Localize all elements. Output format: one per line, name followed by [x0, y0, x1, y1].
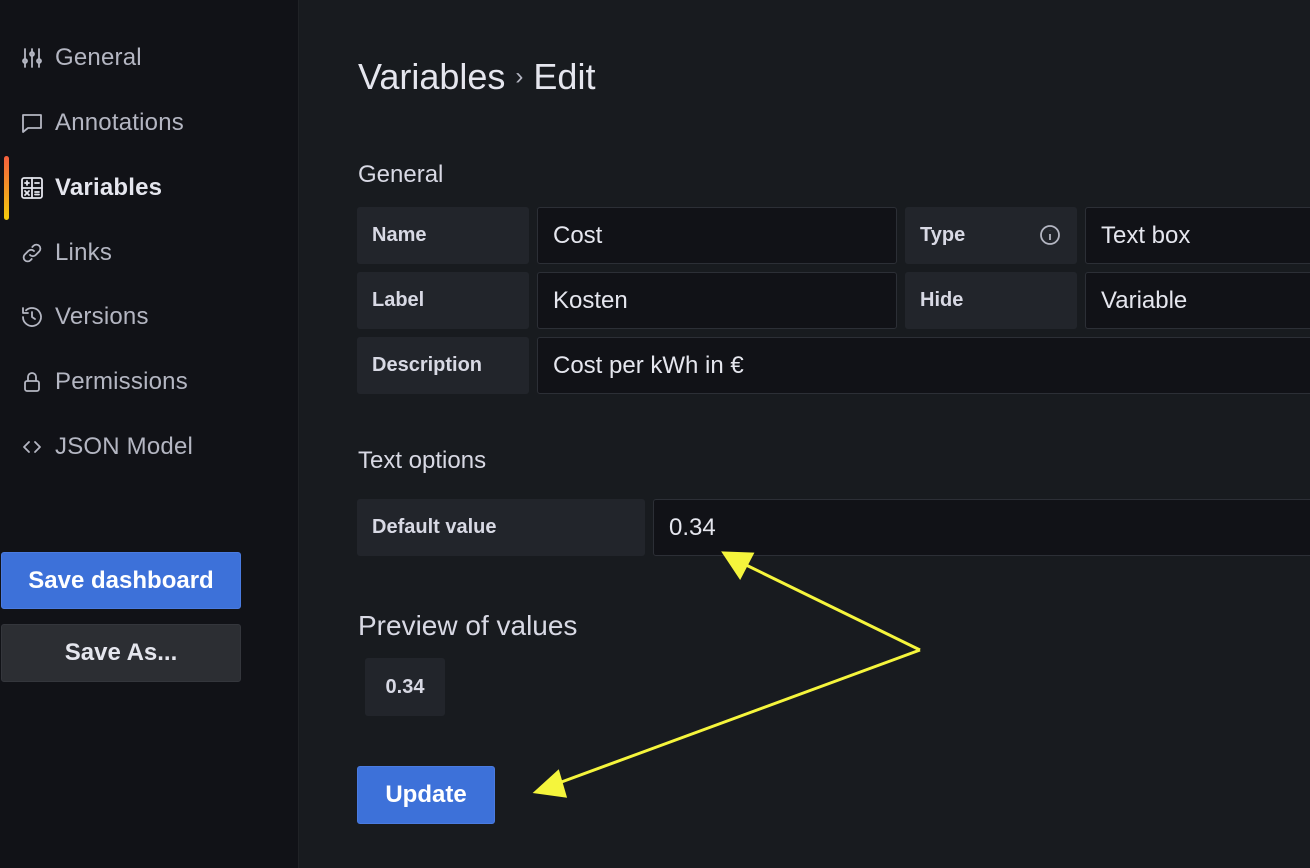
annotation-arrow-line-upper [741, 561, 921, 652]
sidebar-item-links[interactable]: Links [0, 233, 299, 273]
breadcrumb-current: Edit [533, 56, 596, 97]
sidebar-item-label: Versions [55, 303, 149, 330]
annotation-arrow-line-lower [555, 648, 921, 786]
code-icon [20, 435, 44, 459]
breadcrumb: Variables › Edit [358, 56, 595, 98]
hide-label: Hide [905, 272, 1077, 329]
save-dashboard-button[interactable]: Save dashboard [1, 552, 241, 609]
sidebar-item-annotations[interactable]: Annotations [0, 103, 299, 143]
sidebar-item-label: Links [55, 239, 113, 266]
hide-select[interactable]: Variable [1085, 272, 1310, 329]
history-icon [20, 305, 44, 329]
sidebar-item-variables[interactable]: Variables [0, 168, 299, 208]
name-field[interactable]: Cost [537, 207, 897, 264]
update-button[interactable]: Update [357, 766, 495, 824]
sidebar-item-label: JSON Model [55, 433, 194, 460]
sidebar-item-label: Annotations [55, 109, 184, 136]
sliders-icon [20, 46, 44, 70]
annotation-arrowhead-upper [721, 551, 755, 580]
comment-icon [20, 111, 44, 135]
preview-value-chip: 0.34 [365, 658, 445, 716]
sidebar-item-label: Permissions [55, 368, 188, 395]
type-select[interactable]: Text box [1085, 207, 1310, 264]
sidebar-item-general[interactable]: General [0, 38, 299, 78]
link-icon [20, 241, 44, 265]
info-icon[interactable] [1038, 223, 1062, 247]
sidebar-item-label: General [55, 44, 142, 71]
description-field[interactable]: Cost per kWh in € [537, 337, 1310, 394]
save-as-button[interactable]: Save As... [1, 624, 241, 682]
calculator-icon [20, 176, 44, 200]
name-label: Name [357, 207, 529, 264]
breadcrumb-parent[interactable]: Variables [358, 56, 505, 98]
text-options-section-title: Text options [358, 447, 487, 474]
sidebar-item-json-model[interactable]: JSON Model [0, 427, 299, 467]
default-value-field[interactable]: 0.34 [653, 499, 1310, 556]
annotation-arrowhead-lower [532, 769, 568, 798]
preview-section-title: Preview of values [358, 610, 578, 641]
label-label: Label [357, 272, 529, 329]
general-section-title: General [358, 161, 444, 188]
lock-icon [20, 370, 44, 394]
description-label: Description [357, 337, 529, 394]
label-field[interactable]: Kosten [537, 272, 897, 329]
default-value-label: Default value [357, 499, 645, 556]
type-label: Type [905, 207, 1077, 264]
type-label-text: Type [920, 224, 966, 246]
settings-sidebar: General Annotations Variables Links Vers… [0, 0, 299, 868]
sidebar-item-versions[interactable]: Versions [0, 297, 299, 337]
sidebar-item-label: Variables [55, 174, 163, 201]
sidebar-item-permissions[interactable]: Permissions [0, 362, 299, 402]
breadcrumb-separator: › [515, 63, 524, 90]
